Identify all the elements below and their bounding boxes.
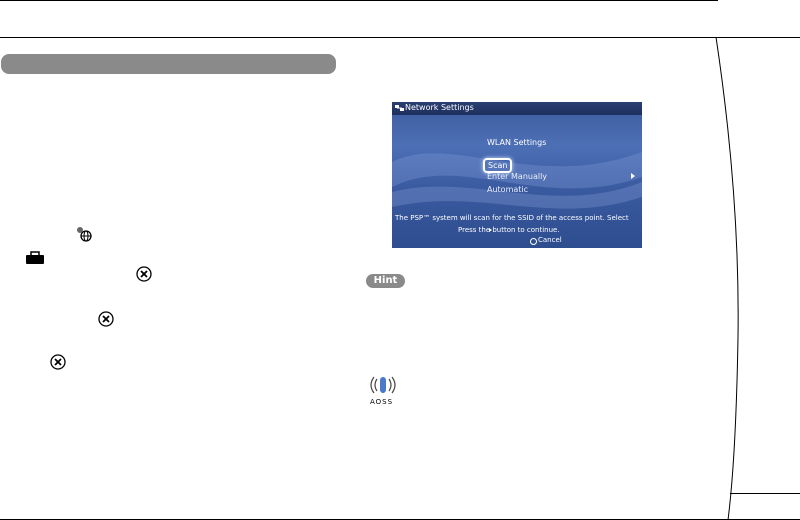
circle-button-icon: [530, 238, 537, 245]
cross-button-icon: [136, 266, 152, 282]
toolbox-icon: [26, 251, 44, 264]
network-settings-icon: [395, 105, 404, 111]
menu-header: WLAN Settings: [487, 138, 547, 147]
header-rule: [0, 37, 800, 38]
page-edge-curve: [715, 37, 739, 520]
top-rule: [0, 0, 718, 1]
menu-item-enter-manually[interactable]: Enter Manually: [487, 172, 547, 181]
cross-button-icon: [98, 311, 114, 327]
network-settings-screenshot: Network Settings WLAN Settings Scan Ente…: [392, 102, 642, 248]
submenu-arrow-icon: [631, 173, 635, 179]
instruction-text: Press the button to continue.: [458, 226, 560, 234]
info-text: The PSP™ system will scan for the SSID o…: [395, 214, 629, 222]
screen-title: Network Settings: [405, 103, 474, 112]
network-update-icon: [77, 227, 92, 242]
menu-item-scan[interactable]: Scan: [483, 158, 513, 173]
section-header-bar: [1, 54, 336, 74]
menu-item-automatic[interactable]: Automatic: [487, 185, 528, 194]
cross-button-icon: [50, 354, 66, 370]
aoss-icon: [370, 376, 396, 394]
hint-badge: Hint: [366, 274, 405, 288]
cancel-label[interactable]: Cancel: [538, 236, 562, 244]
right-button-icon: [489, 228, 492, 232]
aoss-label: AOSS: [370, 398, 394, 406]
